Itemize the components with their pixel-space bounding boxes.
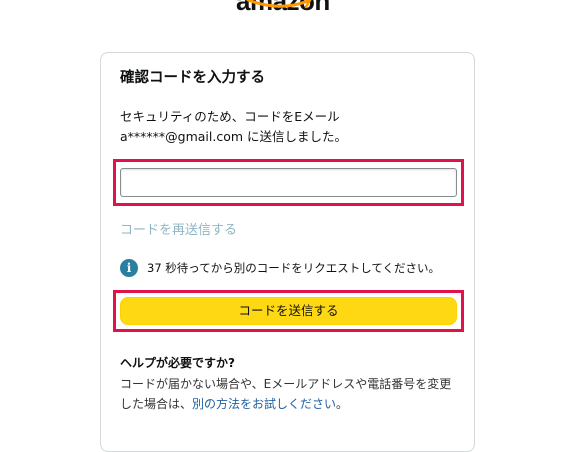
amazon-logo[interactable]: amazon (236, 0, 346, 16)
help-text-line-1: コードが届かない場合や、Eメールアドレスや電話番号を変更 (120, 377, 452, 391)
description-line-1: セキュリティのため、コードをEメール (120, 109, 340, 124)
verification-code-input[interactable] (120, 168, 457, 197)
verification-card: 確認コードを入力する セキュリティのため、コードをEメール a******@gm… (100, 52, 475, 452)
resend-code-link[interactable]: コードを再送信する (120, 222, 237, 240)
description-line-2: a******@gmail.com に送信しました。 (120, 129, 348, 144)
wait-info-text: 37 秒待ってから別のコードをリクエストしてください。 (147, 261, 441, 275)
help-text-line-2: した場合は、別の方法をお試しください。 (120, 394, 451, 414)
description: セキュリティのため、コードをEメール a******@gmail.com に送信… (120, 107, 347, 147)
help-text-prefix: した場合は、 (120, 397, 193, 411)
help-text: コードが届かない場合や、Eメールアドレスや電話番号を変更 した場合は、別の方法を… (120, 374, 451, 414)
page-title: 確認コードを入力する (120, 70, 265, 86)
code-input-highlight (113, 159, 464, 206)
amazon-smile-icon (246, 0, 312, 9)
submit-button-highlight: コードを送信する (113, 290, 464, 332)
send-code-button[interactable]: コードを送信する (120, 297, 457, 325)
try-other-methods-link[interactable]: 別の方法をお試しください (192, 397, 336, 411)
help-text-suffix: 。 (336, 397, 349, 411)
help-heading: ヘルプが必要ですか? (120, 356, 235, 370)
info-icon: i (120, 259, 138, 277)
